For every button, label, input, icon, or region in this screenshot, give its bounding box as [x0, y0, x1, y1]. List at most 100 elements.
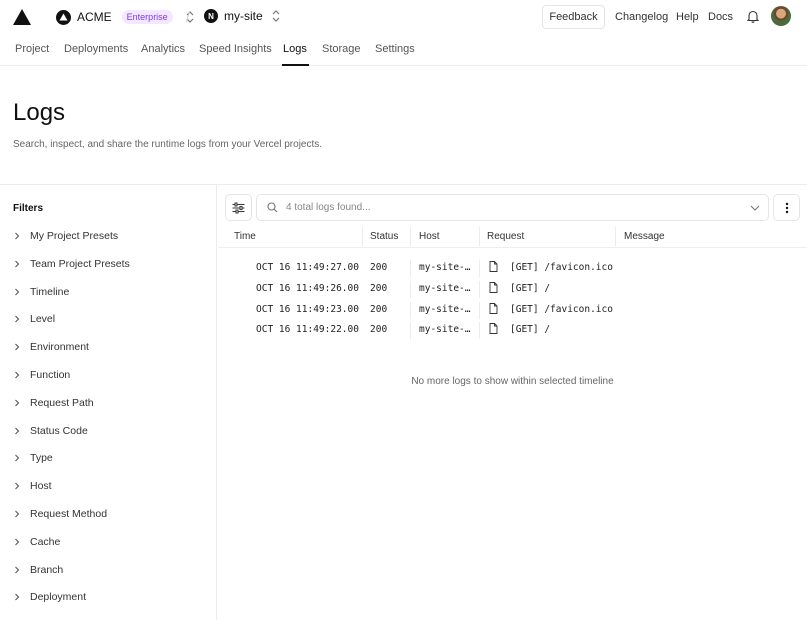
log-time: OCT 16 11:49:26.00	[256, 282, 359, 294]
table-row[interactable]: OCT 16 11:49:22.00 200 my-site-… [GET] /	[218, 320, 807, 341]
sliders-icon	[232, 202, 245, 213]
row-divider	[410, 322, 411, 340]
tab-settings[interactable]: Settings	[375, 43, 415, 55]
row-divider	[479, 280, 480, 298]
filter-label: Team Project Presets	[30, 257, 130, 270]
log-host: my-site-…	[419, 303, 471, 315]
row-divider	[479, 322, 480, 340]
vercel-logo-icon[interactable]	[12, 8, 32, 26]
filter-type[interactable]: Type	[13, 451, 53, 465]
feedback-button[interactable]: Feedback	[542, 5, 605, 29]
filters-sidebar: Filters My Project Presets Team Project P…	[0, 185, 217, 620]
filter-label: Status Code	[30, 424, 88, 437]
more-options-button[interactable]	[773, 194, 800, 221]
project-avatar-icon: N	[204, 9, 218, 23]
chevron-right-icon	[15, 399, 20, 407]
chevron-down-icon[interactable]	[750, 204, 760, 212]
row-divider	[410, 280, 411, 298]
file-icon	[489, 261, 498, 272]
chevron-up-down-icon[interactable]	[271, 9, 281, 23]
table-row[interactable]: OCT 16 11:49:26.00 200 my-site-… [GET] /	[218, 279, 807, 300]
filter-my-project-presets[interactable]: My Project Presets	[13, 229, 118, 243]
filter-label: Type	[30, 452, 53, 465]
active-tab-indicator	[282, 64, 309, 66]
filter-environment[interactable]: Environment	[13, 340, 89, 354]
column-host[interactable]: Host	[419, 231, 440, 242]
column-time[interactable]: Time	[234, 231, 256, 242]
tab-project[interactable]: Project	[15, 43, 49, 55]
tab-storage[interactable]: Storage	[322, 43, 361, 55]
more-vertical-icon	[785, 202, 788, 213]
filter-cache[interactable]: Cache	[13, 535, 60, 549]
chevron-right-icon	[15, 482, 20, 490]
column-request[interactable]: Request	[487, 231, 524, 242]
project-tabs: Project Deployments Analytics Speed Insi…	[0, 34, 807, 66]
filter-label: Function	[30, 369, 71, 381]
row-divider	[410, 301, 411, 319]
column-status[interactable]: Status	[370, 231, 398, 242]
bell-icon[interactable]	[747, 10, 759, 23]
tab-deployments[interactable]: Deployments	[64, 43, 128, 55]
filter-deployment[interactable]: Deployment	[13, 590, 86, 604]
filter-request-path[interactable]: Request Path	[13, 396, 94, 410]
log-request: [GET] /	[510, 282, 551, 294]
changelog-link[interactable]: Changelog	[615, 11, 668, 23]
filter-branch[interactable]: Branch	[13, 563, 63, 577]
tab-analytics[interactable]: Analytics	[141, 43, 185, 55]
project-name: my-site	[224, 9, 263, 23]
filter-request-method[interactable]: Request Method	[13, 507, 107, 521]
chevron-right-icon	[15, 232, 20, 240]
page-subtitle: Search, inspect, and share the runtime l…	[13, 139, 323, 150]
filter-status-code[interactable]: Status Code	[13, 424, 88, 438]
chevron-right-icon	[15, 288, 20, 295]
log-status: 200	[370, 303, 388, 315]
log-status: 200	[370, 262, 388, 273]
filter-label: Level	[30, 313, 56, 326]
log-host: my-site-…	[419, 282, 471, 294]
search-input[interactable]	[286, 202, 768, 213]
column-divider	[410, 227, 411, 246]
tab-logs[interactable]: Logs	[283, 43, 307, 55]
filter-label: Request Method	[30, 508, 108, 520]
user-avatar[interactable]	[771, 6, 791, 26]
end-of-logs-message: No more logs to show within selected tim…	[411, 376, 614, 387]
help-link[interactable]: Help	[676, 11, 699, 23]
file-icon	[489, 281, 498, 293]
chevron-right-icon	[15, 455, 20, 462]
column-message[interactable]: Message	[624, 231, 665, 242]
column-divider	[362, 227, 363, 246]
team-switcher[interactable]: ACME Enterprise	[56, 9, 195, 25]
chevron-right-icon	[15, 260, 20, 268]
breadcrumb-separator: /	[186, 9, 190, 25]
filter-level[interactable]: Level	[13, 312, 55, 326]
search-icon	[267, 202, 278, 213]
docs-link[interactable]: Docs	[708, 11, 733, 23]
log-request: [GET] /	[510, 324, 551, 336]
filter-label: Branch	[30, 563, 64, 576]
filter-timeline[interactable]: Timeline	[13, 285, 69, 299]
plan-badge: Enterprise	[121, 10, 173, 24]
log-status: 200	[370, 282, 388, 294]
log-time: OCT 16 11:49:27.00	[256, 262, 359, 273]
row-divider	[410, 260, 411, 277]
project-switcher[interactable]: N my-site	[204, 9, 281, 23]
file-icon	[489, 302, 498, 314]
chevron-right-icon	[15, 427, 20, 434]
table-row[interactable]: OCT 16 11:49:27.00 200 my-site-… [GET] /fav…	[218, 258, 807, 279]
filter-label: Host	[30, 480, 52, 493]
chevron-right-icon	[15, 538, 20, 546]
filter-toggle-button[interactable]	[225, 194, 252, 221]
log-search	[256, 194, 769, 221]
tab-speed-insights[interactable]: Speed Insights	[199, 43, 272, 55]
filter-team-project-presets[interactable]: Team Project Presets	[13, 257, 130, 271]
filter-label: Environment	[30, 341, 89, 354]
team-avatar-icon	[56, 9, 71, 25]
table-header: Time Status Host Request Message	[218, 225, 807, 248]
table-row[interactable]: OCT 16 11:49:23.00 200 my-site-… [GET] /fav…	[218, 300, 807, 321]
log-time: OCT 16 11:49:23.00	[256, 303, 359, 315]
top-navigation-bar: ACME Enterprise / N my-site Feedback Cha…	[0, 0, 807, 34]
log-request: [GET] /favicon.ico	[510, 262, 613, 273]
filter-host[interactable]: Host	[13, 479, 52, 493]
filter-function[interactable]: Function	[13, 368, 70, 382]
log-request: [GET] /favicon.ico	[510, 303, 613, 315]
